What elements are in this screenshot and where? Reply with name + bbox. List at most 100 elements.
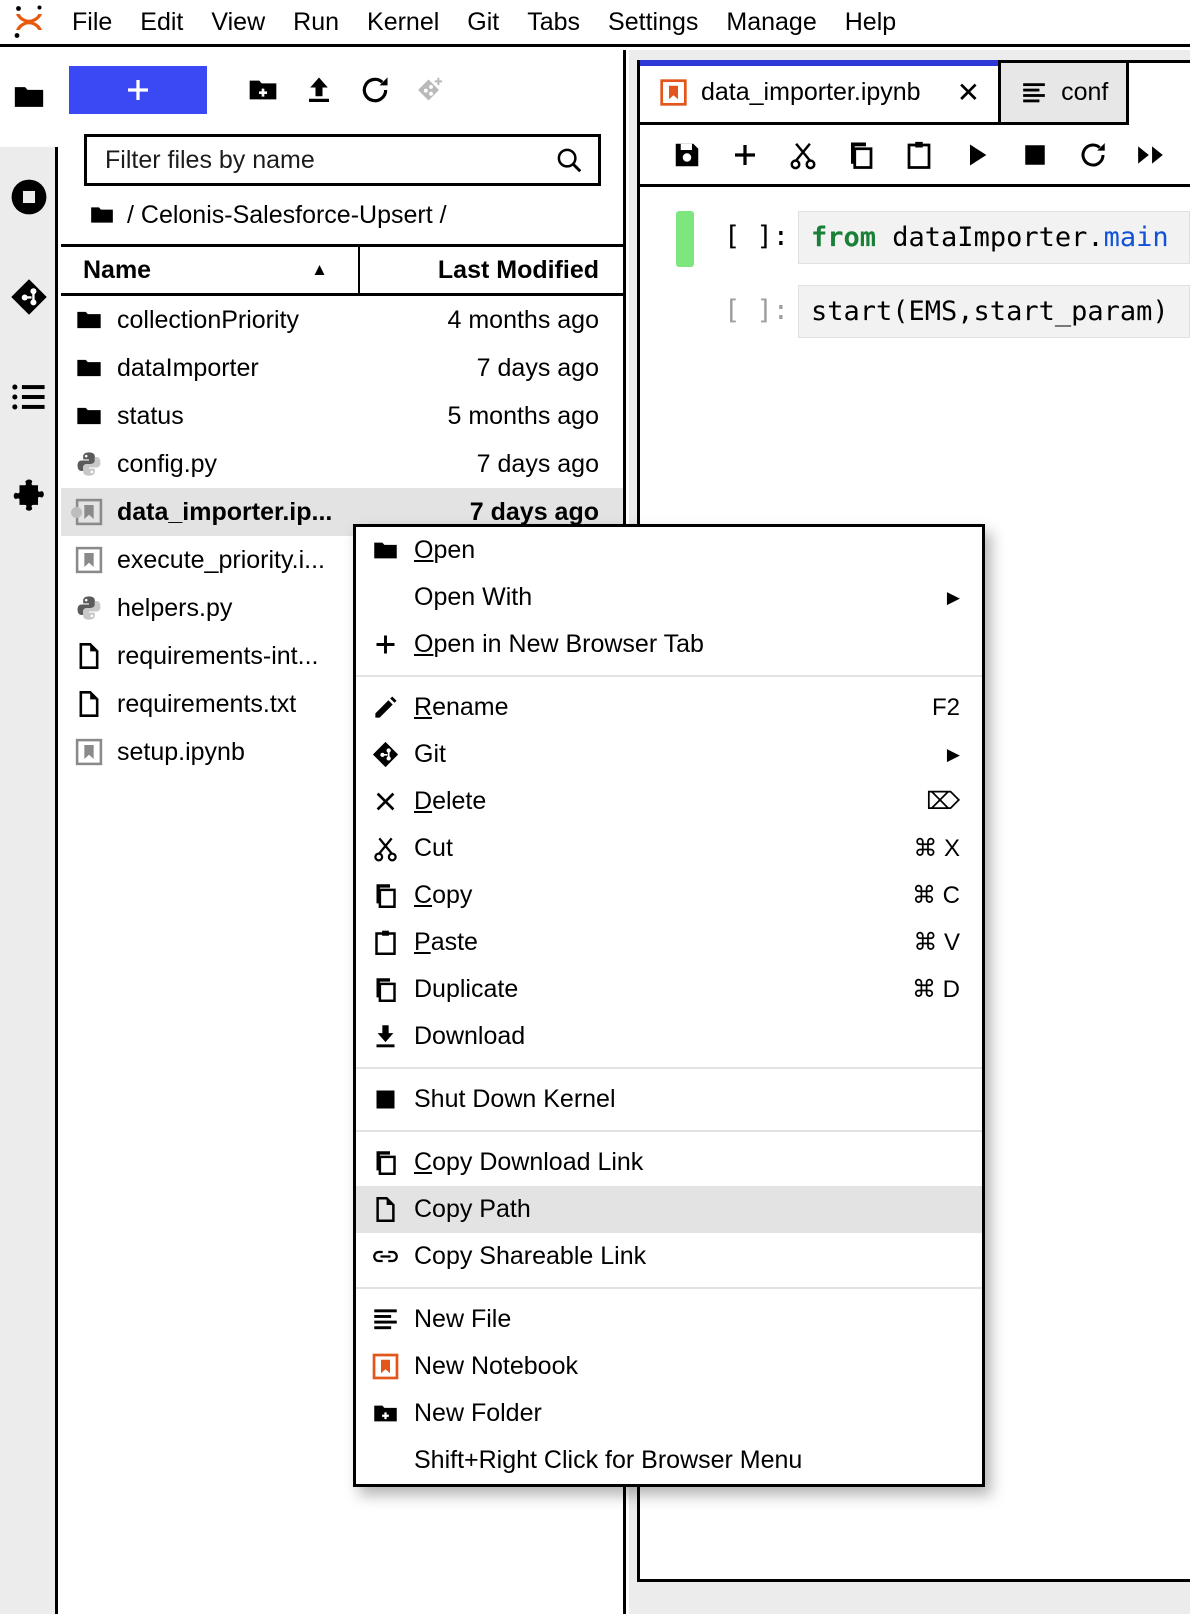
file-list-item[interactable]: collectionPriority 4 months ago [61, 296, 623, 344]
context-menu-item[interactable]: Cut ⌘ X [356, 825, 982, 872]
folder-icon [356, 537, 414, 564]
new-launcher-button[interactable] [69, 66, 207, 114]
refresh-button[interactable] [347, 66, 403, 114]
file-name: helpers.py [117, 593, 233, 622]
restart-kernel-button[interactable] [1064, 130, 1122, 180]
context-menu-item[interactable]: Git ▶ [356, 731, 982, 778]
link-icon [356, 1243, 414, 1270]
filter-files-input[interactable] [105, 145, 554, 175]
file-browser-toolbar [61, 50, 623, 130]
cell-code-editor[interactable]: from dataImporter.main [798, 211, 1190, 264]
menu-run[interactable]: Run [279, 0, 353, 44]
menu-view[interactable]: View [197, 0, 279, 44]
list-icon [12, 382, 46, 412]
close-icon[interactable]: ✕ [957, 78, 980, 107]
file-icon [61, 642, 117, 670]
paste-cell-button[interactable] [890, 130, 948, 180]
menu-item-label: Paste [414, 928, 478, 956]
column-header-name[interactable]: Name ▲ [61, 256, 358, 285]
copy-icon [356, 882, 414, 909]
file-icon [61, 690, 117, 718]
new-folder-button[interactable] [235, 66, 291, 114]
cell-code-editor[interactable]: start(EMS,start_param) [798, 285, 1190, 338]
menu-edit[interactable]: Edit [126, 0, 197, 44]
save-button[interactable] [658, 130, 716, 180]
context-menu-item[interactable]: New Folder [356, 1390, 982, 1437]
copy-icon [356, 976, 414, 1003]
menu-git[interactable]: Git [453, 0, 513, 44]
context-menu-item[interactable]: Copy ⌘ C [356, 872, 982, 919]
context-menu-item[interactable]: Copy Download Link [356, 1139, 982, 1186]
menu-help[interactable]: Help [831, 0, 910, 44]
context-menu-item[interactable]: Open [356, 527, 982, 574]
file-list-item[interactable]: status 5 months ago [61, 392, 623, 440]
python-icon [61, 450, 117, 478]
cut-cell-button[interactable] [774, 130, 832, 180]
sidebar-item-running-kernels[interactable] [0, 147, 58, 247]
file-list-item[interactable]: config.py 7 days ago [61, 440, 623, 488]
file-name: requirements.txt [117, 689, 297, 718]
notebook-cell[interactable]: [ ]: from dataImporter.main [640, 211, 1190, 267]
interrupt-kernel-button[interactable] [1006, 130, 1064, 180]
plus-icon [356, 631, 414, 658]
tab-config[interactable]: conf [998, 63, 1130, 125]
plus-icon [730, 140, 760, 170]
file-last-modified: 7 days ago [476, 353, 599, 382]
menu-manage[interactable]: Manage [712, 0, 830, 44]
context-menu-item[interactable]: New Notebook [356, 1343, 982, 1390]
file-list-item[interactable]: dataImporter 7 days ago [61, 344, 623, 392]
save-icon [672, 140, 702, 170]
context-menu-item[interactable]: Rename F2 [356, 684, 982, 731]
notebook-cell-area: [ ]: from dataImporter.main [ ]: start(EMS,… [640, 187, 1190, 341]
menu-kernel[interactable]: Kernel [353, 0, 453, 44]
chevron-right-icon: ▶ [946, 587, 960, 607]
menu-settings[interactable]: Settings [594, 0, 712, 44]
restart-run-all-button[interactable] [1122, 130, 1180, 180]
folder-icon [89, 202, 115, 228]
context-menu-item[interactable]: Open With ▶ [356, 574, 982, 621]
run-cell-button[interactable] [948, 130, 1006, 180]
menu-file[interactable]: File [58, 0, 126, 44]
upload-button[interactable] [291, 66, 347, 114]
context-menu-item[interactable]: Copy Shareable Link [356, 1233, 982, 1280]
context-menu-item[interactable]: Open in New Browser Tab [356, 621, 982, 668]
context-menu-item[interactable]: Shut Down Kernel [356, 1076, 982, 1123]
sidebar-item-table-of-contents[interactable] [0, 347, 58, 447]
context-menu-item[interactable]: Download [356, 1013, 982, 1060]
tab-data-importer[interactable]: data_importer.ipynb ✕ [640, 60, 999, 125]
file-last-modified: 7 days ago [469, 497, 599, 526]
notebook-toolbar [640, 125, 1190, 187]
menu-item-label: Shift+Right Click for Browser Menu [414, 1446, 803, 1474]
breadcrumb[interactable]: / Celonis-Salesforce-Upsert / [61, 186, 623, 244]
menu-item-label: Copy Path [414, 1195, 531, 1223]
git-icon [356, 741, 414, 768]
column-header-last-modified[interactable]: Last Modified [358, 247, 623, 293]
sidebar-item-file-browser[interactable] [0, 47, 58, 147]
context-menu-item[interactable]: Paste ⌘ V [356, 919, 982, 966]
notebook-cell[interactable]: [ ]: start(EMS,start_param) [640, 285, 1190, 341]
insert-cell-button[interactable] [716, 130, 774, 180]
sidebar-item-extension-manager[interactable] [0, 447, 58, 547]
menu-shortcut: ⌘ V [913, 929, 960, 956]
stop-icon [356, 1086, 414, 1113]
context-menu-item[interactable]: Shift+Right Click for Browser Menu [356, 1437, 982, 1484]
stop-icon [1022, 142, 1048, 168]
menu-shortcut: ⌦ [926, 788, 960, 815]
new-git-repo-button[interactable] [403, 66, 459, 114]
file-name: setup.ipynb [117, 737, 245, 766]
copy-icon [356, 1149, 414, 1176]
context-menu-item[interactable]: Duplicate ⌘ D [356, 966, 982, 1013]
copy-cell-button[interactable] [832, 130, 890, 180]
folder-icon [61, 402, 117, 430]
context-menu-item[interactable]: New File [356, 1296, 982, 1343]
menu-separator [356, 1067, 982, 1069]
pencil-icon [356, 694, 414, 721]
menu-item-label: Rename [414, 693, 509, 721]
filter-files-box[interactable] [84, 134, 601, 186]
context-menu-item[interactable]: Delete ⌦ [356, 778, 982, 825]
notebook-icon [660, 79, 687, 106]
sidebar-item-git[interactable] [0, 247, 58, 347]
menu-tabs[interactable]: Tabs [513, 0, 594, 44]
context-menu-item[interactable]: Copy Path [356, 1186, 982, 1233]
menu-shortcut: ⌘ C [912, 882, 960, 909]
